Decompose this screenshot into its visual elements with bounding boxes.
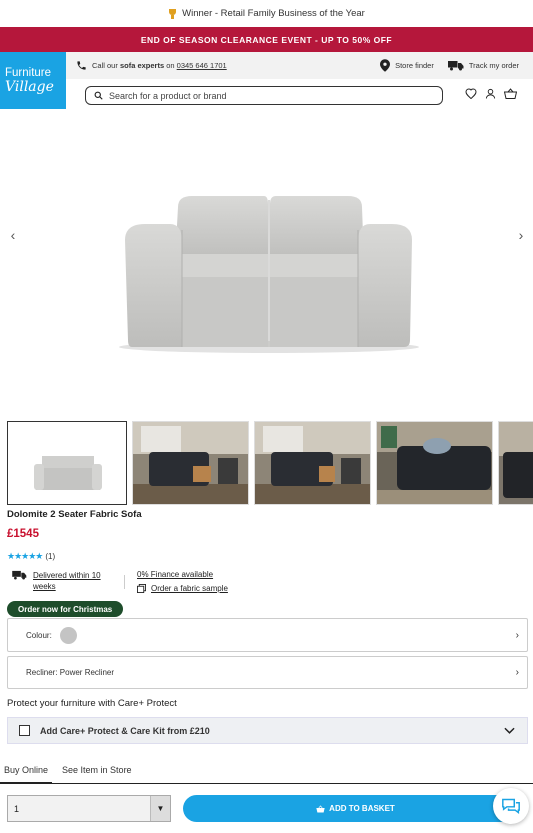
- rating-stars[interactable]: ★★★★★: [7, 551, 43, 562]
- header-icons: [465, 88, 517, 99]
- rating[interactable]: ★★★★★ (1): [7, 551, 55, 562]
- carousel-prev-arrow[interactable]: ‹: [6, 226, 20, 244]
- chevron-right-icon: ›: [515, 629, 519, 641]
- quantity-select[interactable]: 1 ▼: [7, 795, 171, 822]
- delivery-info[interactable]: Delivered within 10 weeks: [12, 570, 115, 592]
- recliner-label: Recliner: Power Recliner: [26, 668, 115, 677]
- search-input[interactable]: [109, 90, 419, 101]
- thumbnail-strip: [7, 421, 533, 505]
- christmas-badge-text: Order now for Christmas: [18, 604, 113, 614]
- add-to-basket-button[interactable]: ADD TO BASKET: [183, 795, 528, 822]
- care-protect-checkbox[interactable]: [19, 725, 30, 736]
- store-finder-link[interactable]: Store finder: [380, 59, 434, 72]
- thumb-image: [133, 422, 248, 504]
- phone-icon: [77, 61, 86, 70]
- top-banner: Winner - Retail Family Business of the Y…: [0, 0, 533, 27]
- delivery-truck-icon: [447, 61, 464, 71]
- add-to-basket-label[interactable]: ADD TO BASKET: [329, 804, 395, 813]
- call-mid: on: [166, 61, 175, 70]
- store-finder-label[interactable]: Store finder: [395, 61, 434, 70]
- product-name: Dolomite 2 Seater Fabric Sofa: [7, 509, 142, 520]
- finance-link[interactable]: 0% Finance available: [137, 570, 213, 579]
- call-prefix: Call our: [92, 61, 118, 70]
- banner-text: Winner - Retail Family Business of the Y…: [182, 8, 365, 19]
- christmas-badge: Order now for Christmas: [7, 601, 124, 617]
- site-logo[interactable]: Furniture Village: [0, 52, 66, 109]
- chevron-right-icon: ›: [515, 667, 519, 678]
- chat-icon: [502, 798, 520, 815]
- carousel-next-arrow[interactable]: ›: [514, 226, 528, 244]
- chat-button[interactable]: [493, 788, 529, 824]
- tab-buy-online[interactable]: Buy Online: [0, 760, 53, 784]
- sofa-image: [119, 196, 419, 353]
- delivery-link[interactable]: Delivered within 10 weeks: [33, 570, 115, 592]
- call-experts: sofa experts: [119, 61, 165, 70]
- fabric-sample-icon: [137, 584, 146, 593]
- tab-see-in-store[interactable]: See Item in Store: [58, 760, 136, 784]
- basket-icon[interactable]: [504, 88, 517, 99]
- trophy-icon: [168, 8, 177, 19]
- track-order-link[interactable]: Track my order: [447, 60, 519, 71]
- location-pin-icon: [380, 59, 391, 72]
- delivery-truck-icon: [12, 570, 27, 580]
- review-count[interactable]: (1): [45, 552, 55, 561]
- basket-icon: [316, 804, 325, 812]
- search-icon[interactable]: [94, 91, 103, 100]
- thumbnail-2[interactable]: [132, 421, 249, 505]
- phone-link[interactable]: 0345 646 1701: [177, 61, 227, 70]
- product-main-image[interactable]: [0, 112, 533, 417]
- thumb-image: [8, 422, 126, 504]
- account-icon[interactable]: [485, 88, 496, 99]
- care-protect-label[interactable]: Add Care+ Protect & Care Kit from £210: [40, 726, 210, 736]
- logo-line1: Furniture: [5, 66, 52, 79]
- call-info: Call our sofa experts on 0345 646 1701: [76, 60, 227, 71]
- fabric-sample-label[interactable]: Order a fabric sample: [151, 584, 228, 593]
- colour-swatch[interactable]: [59, 626, 77, 644]
- quantity-value: 1: [14, 803, 20, 814]
- heart-icon[interactable]: [465, 88, 477, 99]
- protect-heading: Protect your furniture with Care+ Protec…: [7, 698, 177, 709]
- recliner-selector[interactable]: Recliner: Power Recliner ›: [7, 656, 528, 689]
- colour-label: Colour:: [26, 630, 52, 640]
- track-order-label[interactable]: Track my order: [469, 61, 519, 70]
- promo-text[interactable]: END OF SEASON CLEARANCE EVENT - UP TO 50…: [141, 35, 392, 45]
- colour-selector[interactable]: Colour: ›: [7, 618, 528, 652]
- divider: [124, 575, 125, 589]
- promo-bar[interactable]: END OF SEASON CLEARANCE EVENT - UP TO 50…: [0, 27, 533, 52]
- info-bar: Call our sofa experts on 0345 646 1701 S…: [66, 52, 533, 79]
- thumbnail-5[interactable]: [498, 421, 533, 505]
- care-protect-option[interactable]: Add Care+ Protect & Care Kit from £210: [7, 717, 528, 744]
- purchase-tabs: Buy Online See Item in Store: [0, 760, 533, 784]
- thumbnail-1[interactable]: [7, 421, 127, 505]
- dropdown-arrow-icon[interactable]: ▼: [150, 796, 170, 821]
- thumb-image: [377, 422, 492, 504]
- search-bar[interactable]: [85, 86, 443, 105]
- thumb-image: [499, 422, 533, 504]
- thumb-image: [255, 422, 370, 504]
- chevron-down-icon[interactable]: [504, 727, 515, 734]
- product-price: £1545: [7, 528, 39, 540]
- fabric-sample-link[interactable]: Order a fabric sample: [137, 584, 228, 593]
- thumbnail-3[interactable]: [254, 421, 371, 505]
- thumbnail-4[interactable]: [376, 421, 493, 505]
- logo-line2: Village: [5, 78, 54, 95]
